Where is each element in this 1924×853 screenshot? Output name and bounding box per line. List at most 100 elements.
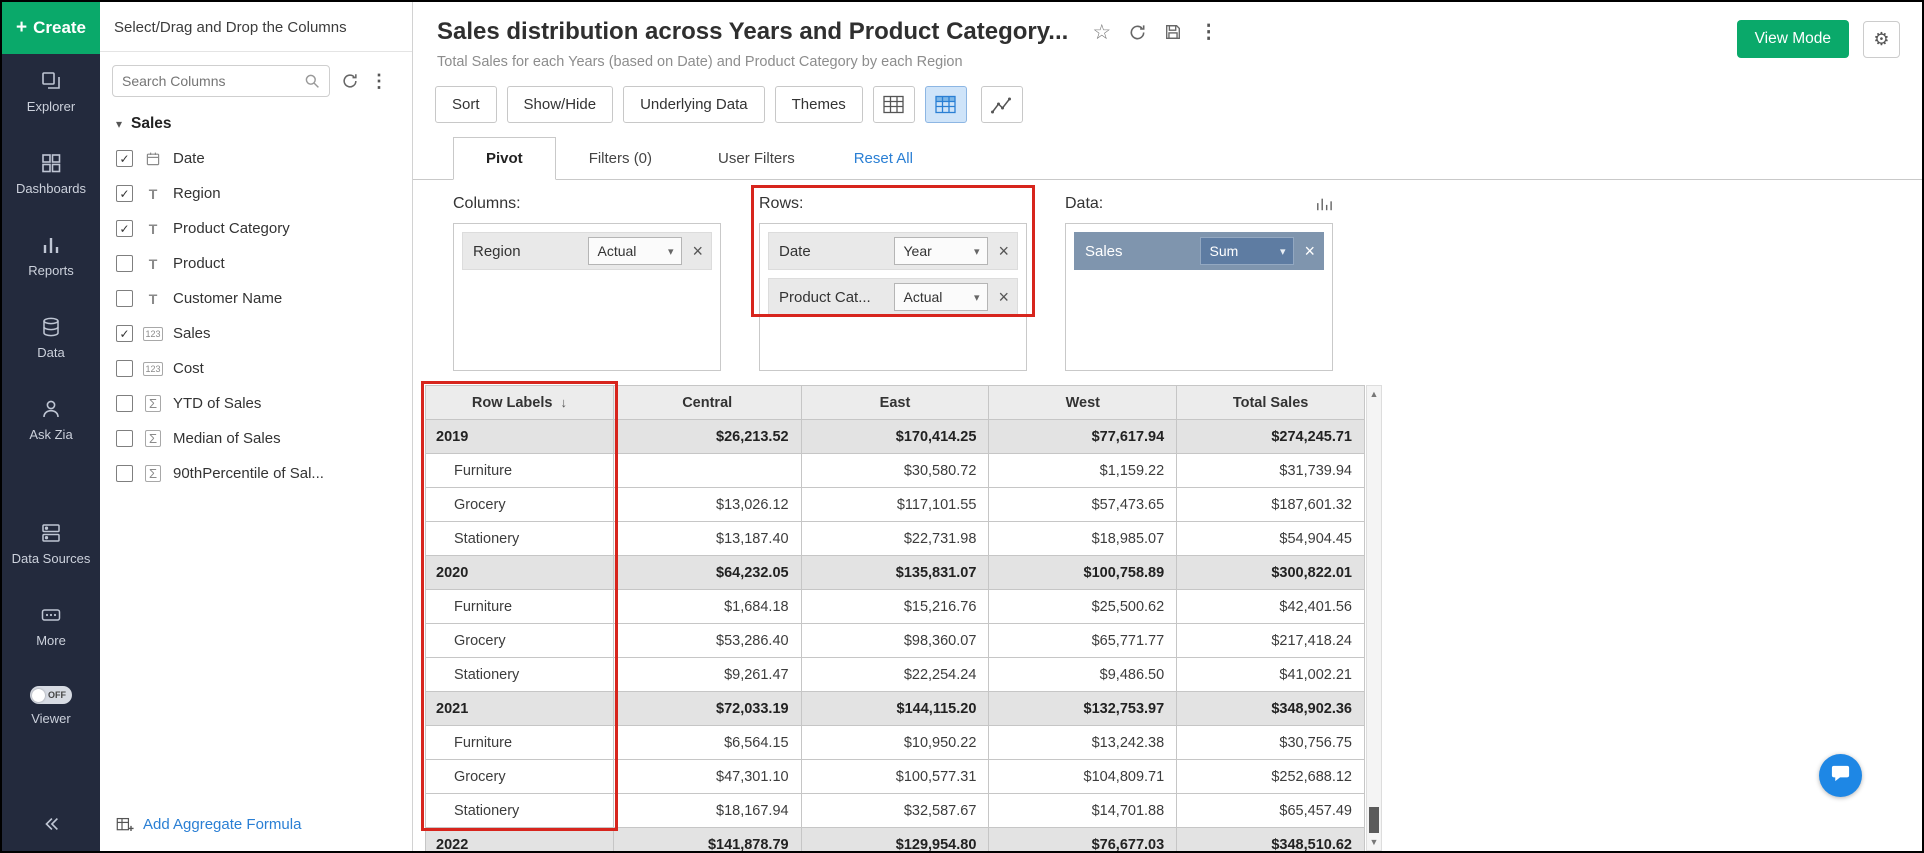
cell-value[interactable]: $98,360.07 <box>801 624 989 658</box>
cell-value[interactable]: $64,232.05 <box>613 556 801 590</box>
field-item-cost[interactable]: 123Cost <box>100 351 412 386</box>
sidebar-item-dashboards[interactable]: Dashboards <box>2 152 100 196</box>
rows-shelf-box[interactable]: DateYear▾× Product Cat...Actual▾× <box>759 223 1027 371</box>
cell-value[interactable]: $76,677.03 <box>989 828 1177 852</box>
cell-value[interactable]: $65,457.49 <box>1177 794 1365 828</box>
pivot-view-button[interactable] <box>925 86 967 123</box>
cell-value[interactable]: $300,822.01 <box>1177 556 1365 590</box>
sidebar-item-viewer[interactable]: OFFViewer <box>2 686 100 726</box>
cell-value[interactable]: $41,002.21 <box>1177 658 1365 692</box>
cell-value[interactable]: $57,473.65 <box>989 488 1177 522</box>
cell-value[interactable]: $13,187.40 <box>613 522 801 556</box>
column-header-total-sales[interactable]: Total Sales <box>1177 386 1365 420</box>
cell-value[interactable]: $104,809.71 <box>989 760 1177 794</box>
cell-value[interactable]: $22,254.24 <box>801 658 989 692</box>
sidebar-collapse-button[interactable] <box>2 813 100 851</box>
show-hide-button[interactable]: Show/Hide <box>507 86 614 123</box>
reset-all-link[interactable]: Reset All <box>854 138 913 179</box>
cell-value[interactable]: $170,414.25 <box>801 420 989 454</box>
cell-value[interactable]: $31,739.94 <box>1177 454 1365 488</box>
chat-support-button[interactable] <box>1819 754 1862 797</box>
cell-value[interactable]: $1,159.22 <box>989 454 1177 488</box>
checkbox[interactable] <box>116 430 133 447</box>
chart-view-button[interactable] <box>981 86 1023 123</box>
cell-value[interactable] <box>613 454 801 488</box>
cell-value[interactable]: $26,213.52 <box>613 420 801 454</box>
cell-value[interactable]: $22,731.98 <box>801 522 989 556</box>
cell-value[interactable]: $129,954.80 <box>801 828 989 852</box>
sidebar-item-data-sources[interactable]: Data Sources <box>2 522 100 566</box>
column-header-east[interactable]: East <box>801 386 989 420</box>
remove-icon[interactable]: × <box>1304 242 1315 260</box>
checkbox[interactable] <box>116 395 133 412</box>
table-view-button[interactable] <box>873 86 915 123</box>
viewer-off-toggle[interactable]: OFF <box>30 686 72 704</box>
scroll-down-icon[interactable]: ▼ <box>1370 834 1379 850</box>
cell-value[interactable]: $30,756.75 <box>1177 726 1365 760</box>
tab-filters-0[interactable]: Filters (0) <box>556 137 685 180</box>
row-label[interactable]: 2020 <box>426 556 614 590</box>
cell-value[interactable]: $54,904.45 <box>1177 522 1365 556</box>
tab-user-filters[interactable]: User Filters <box>685 137 828 180</box>
field-item-sales[interactable]: ✓123Sales <box>100 316 412 351</box>
chip-function-select[interactable]: Actual▾ <box>588 237 682 265</box>
chip-region[interactable]: RegionActual▾× <box>462 232 712 270</box>
checkbox[interactable] <box>116 255 133 272</box>
cell-value[interactable]: $348,510.62 <box>1177 828 1365 852</box>
field-item-ytd-of-sales[interactable]: ΣYTD of Sales <box>100 386 412 421</box>
cell-value[interactable]: $144,115.20 <box>801 692 989 726</box>
cell-value[interactable]: $53,286.40 <box>613 624 801 658</box>
scroll-up-icon[interactable]: ▲ <box>1370 386 1379 402</box>
row-label[interactable]: Stationery <box>426 522 614 556</box>
cell-value[interactable]: $77,617.94 <box>989 420 1177 454</box>
row-label[interactable]: Stationery <box>426 658 614 692</box>
cell-value[interactable]: $13,242.38 <box>989 726 1177 760</box>
row-label[interactable]: Grocery <box>426 488 614 522</box>
checkbox[interactable]: ✓ <box>116 185 133 202</box>
cell-value[interactable]: $18,985.07 <box>989 522 1177 556</box>
chart-fields-icon[interactable] <box>1315 196 1333 212</box>
panel-kebab-menu-icon[interactable]: ⋮ <box>370 71 388 92</box>
checkbox[interactable] <box>116 360 133 377</box>
row-label[interactable]: Furniture <box>426 590 614 624</box>
underlying-data-button[interactable]: Underlying Data <box>623 86 765 123</box>
save-icon[interactable] <box>1164 23 1182 41</box>
remove-icon[interactable]: × <box>998 288 1009 306</box>
view-mode-button[interactable]: View Mode <box>1737 20 1849 58</box>
field-item-region[interactable]: ✓TRegion <box>100 176 412 211</box>
sort-desc-icon[interactable]: ↓ <box>560 395 567 410</box>
cell-value[interactable]: $65,771.77 <box>989 624 1177 658</box>
cell-value[interactable]: $6,564.15 <box>613 726 801 760</box>
scrollbar-thumb[interactable] <box>1369 807 1379 833</box>
cell-value[interactable]: $100,577.31 <box>801 760 989 794</box>
cell-value[interactable]: $117,101.55 <box>801 488 989 522</box>
cell-value[interactable]: $100,758.89 <box>989 556 1177 590</box>
cell-value[interactable]: $15,216.76 <box>801 590 989 624</box>
remove-icon[interactable]: × <box>692 242 703 260</box>
checkbox[interactable]: ✓ <box>116 220 133 237</box>
cell-value[interactable]: $18,167.94 <box>613 794 801 828</box>
row-label[interactable]: Furniture <box>426 454 614 488</box>
row-label[interactable]: Stationery <box>426 794 614 828</box>
sidebar-item-more[interactable]: More <box>2 604 100 648</box>
chip-date[interactable]: DateYear▾× <box>768 232 1018 270</box>
cell-value[interactable]: $1,684.18 <box>613 590 801 624</box>
data-shelf-box[interactable]: SalesSum▾× <box>1065 223 1333 371</box>
columns-shelf-box[interactable]: RegionActual▾× <box>453 223 721 371</box>
row-label[interactable]: Grocery <box>426 624 614 658</box>
cell-value[interactable]: $135,831.07 <box>801 556 989 590</box>
themes-button[interactable]: Themes <box>775 86 863 123</box>
settings-button[interactable]: ⚙ <box>1863 21 1900 58</box>
remove-icon[interactable]: × <box>998 242 1009 260</box>
checkbox[interactable]: ✓ <box>116 150 133 167</box>
sidebar-item-data[interactable]: Data <box>2 316 100 360</box>
column-header-row-labels[interactable]: Row Labels↓ <box>426 386 614 420</box>
cell-value[interactable]: $14,701.88 <box>989 794 1177 828</box>
chip-product-cat[interactable]: Product Cat...Actual▾× <box>768 278 1018 316</box>
row-label[interactable]: 2019 <box>426 420 614 454</box>
cell-value[interactable]: $252,688.12 <box>1177 760 1365 794</box>
checkbox[interactable] <box>116 465 133 482</box>
refresh-columns-icon[interactable] <box>341 72 359 90</box>
cell-value[interactable]: $42,401.56 <box>1177 590 1365 624</box>
table-section-sales[interactable]: ▾ Sales <box>100 103 412 141</box>
